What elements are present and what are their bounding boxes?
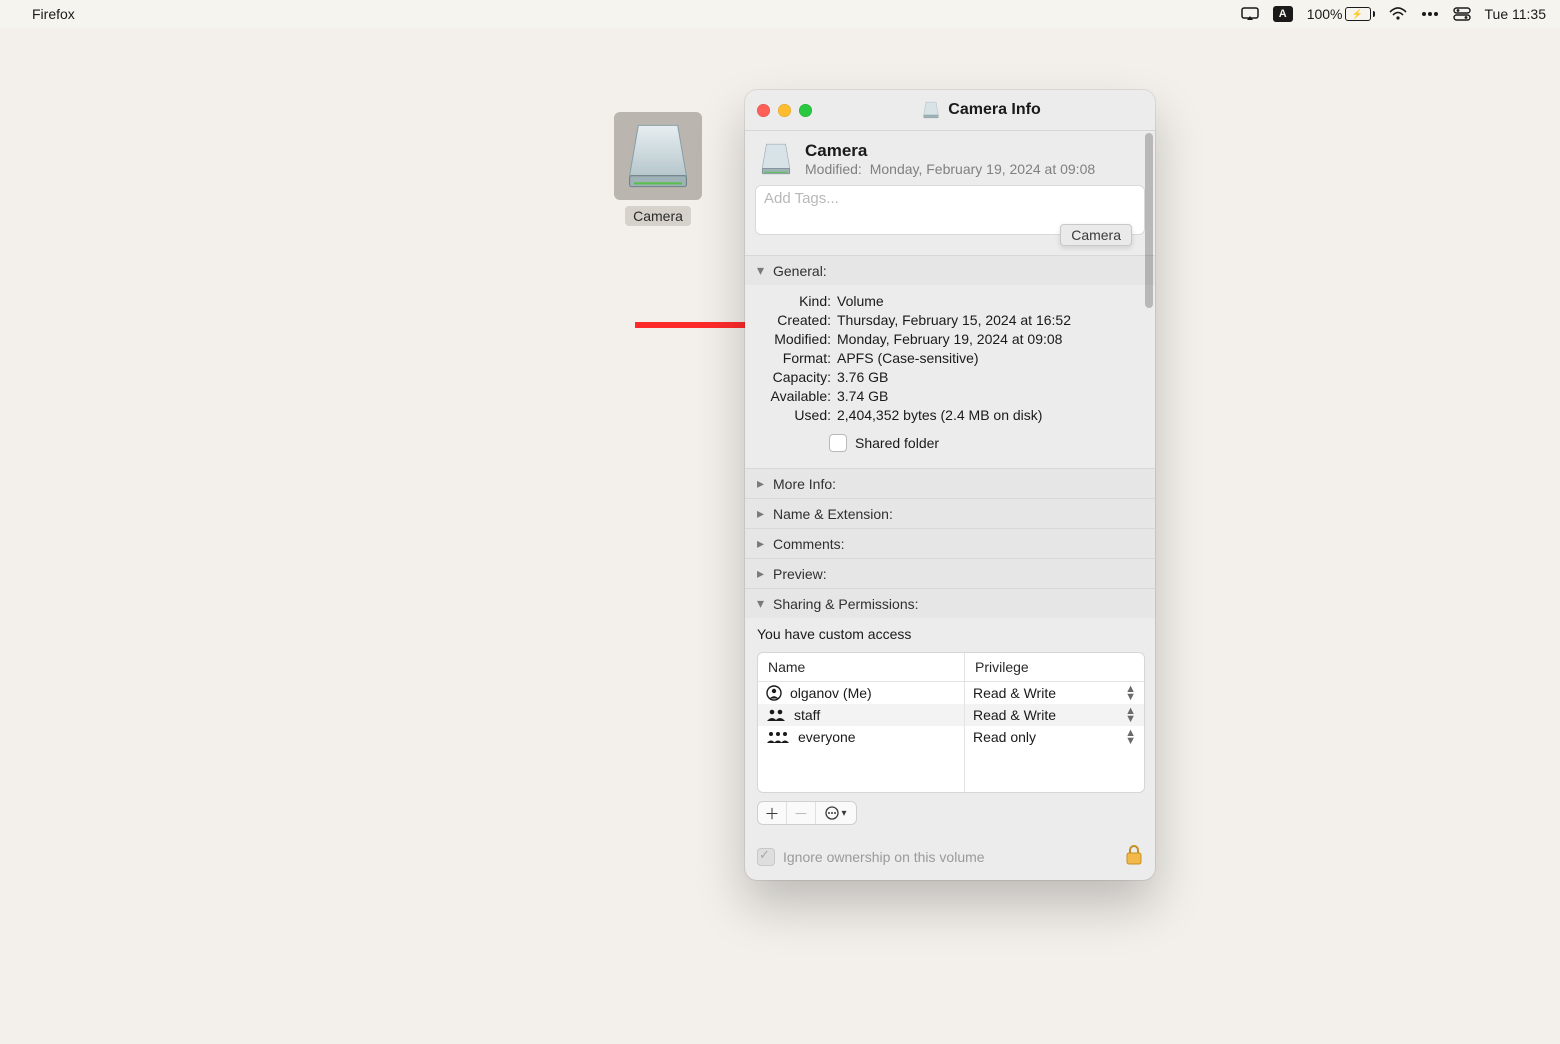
- menu-extras-icon[interactable]: [1421, 11, 1439, 17]
- window-close-button[interactable]: [757, 104, 770, 117]
- window-traffic-lights: [757, 104, 812, 117]
- label-available: Available:: [757, 388, 831, 404]
- chevron-right-icon: ▸: [757, 475, 767, 492]
- window-titlebar[interactable]: Camera Info: [745, 90, 1155, 131]
- value-used: 2,404,352 bytes (2.4 MB on disk): [837, 407, 1042, 423]
- label-modified: Modified:: [757, 331, 831, 347]
- info-item-name: Camera: [805, 141, 1095, 161]
- chevron-down-icon: ▾: [841, 808, 846, 819]
- permissions-actions: ＋ － ▾: [757, 801, 857, 825]
- chevron-right-icon: ▸: [757, 535, 767, 552]
- lock-icon[interactable]: [1125, 845, 1143, 868]
- value-created: Thursday, February 15, 2024 at 16:52: [837, 312, 1071, 328]
- window-title: Camera Info: [948, 101, 1040, 119]
- section-sharing[interactable]: ▾ Sharing & Permissions:: [745, 588, 1155, 618]
- screen-mirroring-icon[interactable]: [1241, 7, 1259, 21]
- group-icon: [766, 708, 786, 722]
- shared-folder-label: Shared folder: [855, 435, 939, 451]
- external-drive-icon: [623, 121, 693, 191]
- title-drive-icon: [922, 101, 940, 119]
- label-format: Format:: [757, 350, 831, 366]
- chevron-right-icon: ▸: [757, 505, 767, 522]
- col-name: Name: [758, 653, 964, 681]
- menubar-clock[interactable]: Tue 11:35: [1485, 6, 1547, 22]
- section-name-extension[interactable]: ▸ Name & Extension:: [745, 498, 1155, 528]
- value-kind: Volume: [837, 293, 884, 309]
- battery-percent: 100%: [1307, 6, 1343, 22]
- label-kind: Kind:: [757, 293, 831, 309]
- battery-status[interactable]: 100% ⚡: [1307, 6, 1375, 22]
- table-row[interactable]: everyone Read only ▲▼: [758, 726, 1144, 748]
- sharing-permissions: You have custom access Name Privilege ol…: [745, 618, 1155, 837]
- ignore-ownership-checkbox: [757, 848, 775, 866]
- chevron-right-icon: ▸: [757, 565, 767, 582]
- table-row[interactable]: staff Read & Write ▲▼: [758, 704, 1144, 726]
- ignore-ownership-label: Ignore ownership on this volume: [783, 849, 985, 865]
- general-details: Kind: Volume Created: Thursday, February 1…: [745, 285, 1155, 468]
- perm-privilege: Read only: [973, 729, 1036, 745]
- permissions-table: Name Privilege olganov (Me) Read & Write…: [757, 652, 1145, 793]
- get-info-window: Camera Info Camera Modified: Monday, Feb…: [745, 90, 1155, 880]
- ellipsis-circle-icon: [825, 806, 839, 820]
- actions-menu-button[interactable]: ▾: [815, 802, 856, 824]
- value-modified: Monday, February 19, 2024 at 09:08: [837, 331, 1062, 347]
- perm-name: olganov (Me): [790, 685, 872, 701]
- perm-name: everyone: [798, 729, 856, 745]
- stepper-icon[interactable]: ▲▼: [1125, 707, 1136, 723]
- value-format: APFS (Case-sensitive): [837, 350, 979, 366]
- macos-menubar: Firefox A 100% ⚡ Tue 11:35: [0, 0, 1560, 28]
- chevron-down-icon: ▾: [757, 595, 767, 612]
- modified-label: Modified:: [805, 161, 862, 177]
- desktop-volume-icon[interactable]: Camera: [614, 112, 702, 226]
- value-available: 3.74 GB: [837, 388, 888, 404]
- label-capacity: Capacity:: [757, 369, 831, 385]
- user-icon: [766, 685, 782, 701]
- add-user-button[interactable]: ＋: [758, 802, 786, 824]
- value-capacity: 3.76 GB: [837, 369, 888, 385]
- modified-value: Monday, February 19, 2024 at 09:08: [870, 161, 1095, 177]
- section-more-info[interactable]: ▸ More Info:: [745, 468, 1155, 498]
- table-row[interactable]: olganov (Me) Read & Write ▲▼: [758, 682, 1144, 704]
- stepper-icon[interactable]: ▲▼: [1125, 685, 1136, 701]
- remove-user-button[interactable]: －: [786, 802, 815, 824]
- table-empty-space: [758, 748, 1144, 792]
- stepper-icon[interactable]: ▲▼: [1125, 729, 1136, 745]
- perm-privilege: Read & Write: [973, 707, 1056, 723]
- app-name[interactable]: Firefox: [32, 6, 75, 22]
- header-drive-icon: [759, 142, 793, 176]
- desktop-volume-label: Camera: [625, 206, 691, 226]
- group-icon: [766, 730, 790, 744]
- tags-suggestion-chip[interactable]: Camera: [1060, 224, 1132, 246]
- tags-placeholder: Add Tags...: [764, 190, 839, 207]
- perm-name: staff: [794, 707, 820, 723]
- tags-input[interactable]: Add Tags... Camera: [755, 185, 1145, 235]
- shared-folder-checkbox[interactable]: [829, 434, 847, 452]
- chevron-down-icon: ▾: [757, 262, 767, 279]
- section-preview[interactable]: ▸ Preview:: [745, 558, 1155, 588]
- permissions-header: Name Privilege: [758, 653, 1144, 682]
- label-created: Created:: [757, 312, 831, 328]
- label-used: Used:: [757, 407, 831, 423]
- ignore-ownership-row: Ignore ownership on this volume: [745, 837, 1155, 880]
- battery-icon: ⚡: [1345, 7, 1371, 21]
- info-header: Camera Modified: Monday, February 19, 20…: [745, 131, 1155, 185]
- wifi-icon[interactable]: [1389, 7, 1407, 21]
- input-source-indicator[interactable]: A: [1273, 6, 1293, 22]
- section-comments[interactable]: ▸ Comments:: [745, 528, 1155, 558]
- window-minimize-button[interactable]: [778, 104, 791, 117]
- section-general[interactable]: ▾ General:: [745, 255, 1155, 285]
- window-zoom-button[interactable]: [799, 104, 812, 117]
- perm-privilege: Read & Write: [973, 685, 1056, 701]
- col-privilege: Privilege: [964, 653, 1144, 681]
- control-center-icon[interactable]: [1453, 7, 1471, 21]
- sharing-note: You have custom access: [757, 626, 1143, 642]
